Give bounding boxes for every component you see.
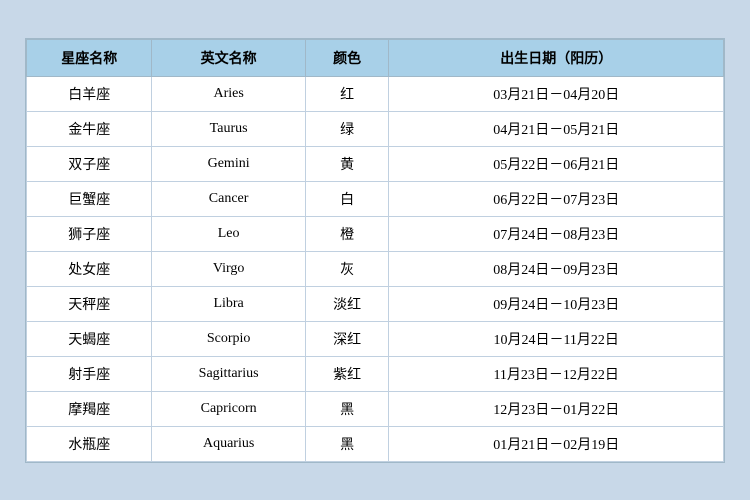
table-row: 射手座Sagittarius紫红11月23日－12月22日 [27, 356, 724, 391]
cell-color: 紫红 [305, 356, 389, 391]
cell-english: Scorpio [152, 321, 305, 356]
table-row: 白羊座Aries红03月21日－04月20日 [27, 76, 724, 111]
cell-color: 深红 [305, 321, 389, 356]
zodiac-table: 星座名称 英文名称 颜色 出生日期（阳历） 白羊座Aries红03月21日－04… [26, 39, 724, 462]
table-header-row: 星座名称 英文名称 颜色 出生日期（阳历） [27, 39, 724, 76]
cell-color: 橙 [305, 216, 389, 251]
cell-english: Cancer [152, 181, 305, 216]
cell-english: Capricorn [152, 391, 305, 426]
cell-chinese: 射手座 [27, 356, 152, 391]
cell-date: 09月24日－10月23日 [389, 286, 724, 321]
table-row: 天蝎座Scorpio深红10月24日－11月22日 [27, 321, 724, 356]
cell-date: 10月24日－11月22日 [389, 321, 724, 356]
cell-chinese: 摩羯座 [27, 391, 152, 426]
cell-date: 06月22日－07月23日 [389, 181, 724, 216]
cell-english: Taurus [152, 111, 305, 146]
cell-english: Virgo [152, 251, 305, 286]
cell-chinese: 白羊座 [27, 76, 152, 111]
cell-english: Sagittarius [152, 356, 305, 391]
zodiac-table-container: 星座名称 英文名称 颜色 出生日期（阳历） 白羊座Aries红03月21日－04… [25, 38, 725, 463]
cell-chinese: 天蝎座 [27, 321, 152, 356]
cell-date: 03月21日－04月20日 [389, 76, 724, 111]
cell-color: 淡红 [305, 286, 389, 321]
cell-color: 黑 [305, 426, 389, 461]
cell-color: 灰 [305, 251, 389, 286]
cell-english: Libra [152, 286, 305, 321]
cell-date: 07月24日－08月23日 [389, 216, 724, 251]
table-row: 巨蟹座Cancer白06月22日－07月23日 [27, 181, 724, 216]
cell-english: Gemini [152, 146, 305, 181]
header-english: 英文名称 [152, 39, 305, 76]
cell-color: 绿 [305, 111, 389, 146]
cell-color: 红 [305, 76, 389, 111]
cell-date: 12月23日－01月22日 [389, 391, 724, 426]
cell-chinese: 双子座 [27, 146, 152, 181]
cell-chinese: 处女座 [27, 251, 152, 286]
cell-english: Leo [152, 216, 305, 251]
cell-chinese: 狮子座 [27, 216, 152, 251]
header-date: 出生日期（阳历） [389, 39, 724, 76]
cell-chinese: 金牛座 [27, 111, 152, 146]
table-row: 水瓶座Aquarius黑01月21日－02月19日 [27, 426, 724, 461]
table-row: 狮子座Leo橙07月24日－08月23日 [27, 216, 724, 251]
cell-date: 01月21日－02月19日 [389, 426, 724, 461]
cell-english: Aries [152, 76, 305, 111]
cell-chinese: 水瓶座 [27, 426, 152, 461]
cell-color: 黄 [305, 146, 389, 181]
cell-color: 黑 [305, 391, 389, 426]
cell-date: 05月22日－06月21日 [389, 146, 724, 181]
cell-date: 08月24日－09月23日 [389, 251, 724, 286]
cell-date: 11月23日－12月22日 [389, 356, 724, 391]
table-row: 天秤座Libra淡红09月24日－10月23日 [27, 286, 724, 321]
cell-color: 白 [305, 181, 389, 216]
cell-chinese: 巨蟹座 [27, 181, 152, 216]
header-chinese: 星座名称 [27, 39, 152, 76]
table-row: 双子座Gemini黄05月22日－06月21日 [27, 146, 724, 181]
cell-chinese: 天秤座 [27, 286, 152, 321]
table-row: 处女座Virgo灰08月24日－09月23日 [27, 251, 724, 286]
header-color: 颜色 [305, 39, 389, 76]
cell-english: Aquarius [152, 426, 305, 461]
table-body: 白羊座Aries红03月21日－04月20日金牛座Taurus绿04月21日－0… [27, 76, 724, 461]
table-row: 摩羯座Capricorn黑12月23日－01月22日 [27, 391, 724, 426]
cell-date: 04月21日－05月21日 [389, 111, 724, 146]
table-row: 金牛座Taurus绿04月21日－05月21日 [27, 111, 724, 146]
